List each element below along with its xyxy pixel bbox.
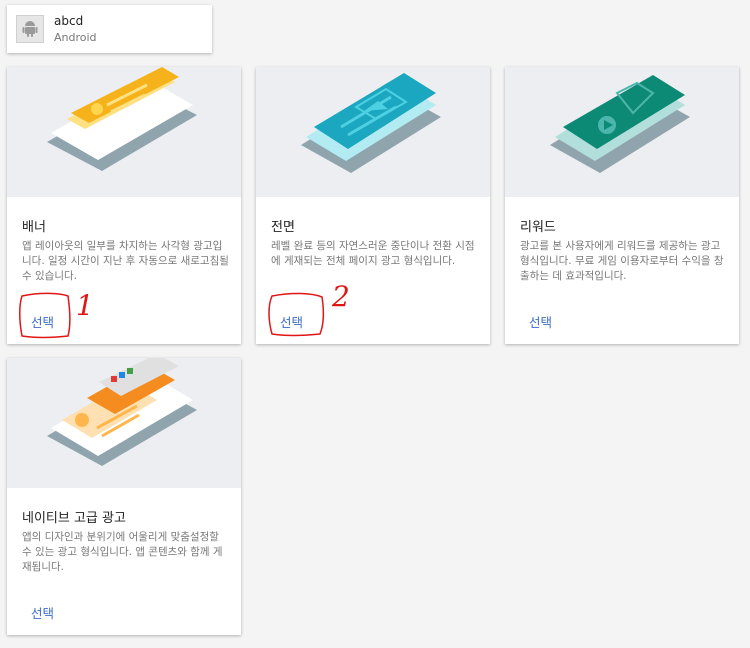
select-banner-button[interactable]: 선택 <box>19 309 66 334</box>
android-icon <box>16 15 44 43</box>
ad-format-card-native: 네이티브 고급 광고 앱의 디자인과 분위기에 어울리게 맞춤설정할 수 있는 … <box>7 358 241 635</box>
banner-illustration <box>7 67 241 197</box>
card-title: 리워드 <box>520 220 556 235</box>
card-title: 전면 <box>271 220 295 235</box>
rewarded-illustration <box>505 67 739 197</box>
card-description: 레벨 완료 등의 자연스러운 중단이나 전환 시점에 게재되는 전체 페이지 광… <box>271 240 475 267</box>
annotation-label-1: 1 <box>76 289 94 322</box>
card-description: 앱의 디자인과 분위기에 어울리게 맞춤설정할 수 있는 광고 형식입니다. 앱… <box>22 531 223 573</box>
app-platform: Android <box>54 31 97 44</box>
select-native-button[interactable]: 선택 <box>19 600 66 625</box>
card-title: 배너 <box>22 220 46 235</box>
ad-format-card-rewarded: 리워드 광고를 본 사용자에게 리워드를 제공하는 광고 형식입니다. 무료 게… <box>505 67 739 344</box>
interstitial-illustration <box>256 67 490 197</box>
select-interstitial-button[interactable]: 선택 <box>268 309 315 334</box>
app-selector[interactable]: abcd Android <box>7 5 212 53</box>
card-title: 네이티브 고급 광고 <box>22 511 126 526</box>
annotation-label-2: 2 <box>332 280 350 313</box>
select-rewarded-button[interactable]: 선택 <box>517 309 564 334</box>
app-name: abcd <box>54 14 84 28</box>
ad-format-card-banner: 배너 앱 레이아웃의 일부를 차지하는 사각형 광고입니다. 일정 시간이 지난… <box>7 67 241 344</box>
card-description: 앱 레이아웃의 일부를 차지하는 사각형 광고입니다. 일정 시간이 지난 후 … <box>22 240 229 282</box>
card-description: 광고를 본 사용자에게 리워드를 제공하는 광고 형식입니다. 무료 게임 이용… <box>520 240 724 282</box>
ad-format-card-interstitial: 전면 레벨 완료 등의 자연스러운 중단이나 전환 시점에 게재되는 전체 페이… <box>256 67 490 344</box>
native-illustration <box>7 358 241 488</box>
